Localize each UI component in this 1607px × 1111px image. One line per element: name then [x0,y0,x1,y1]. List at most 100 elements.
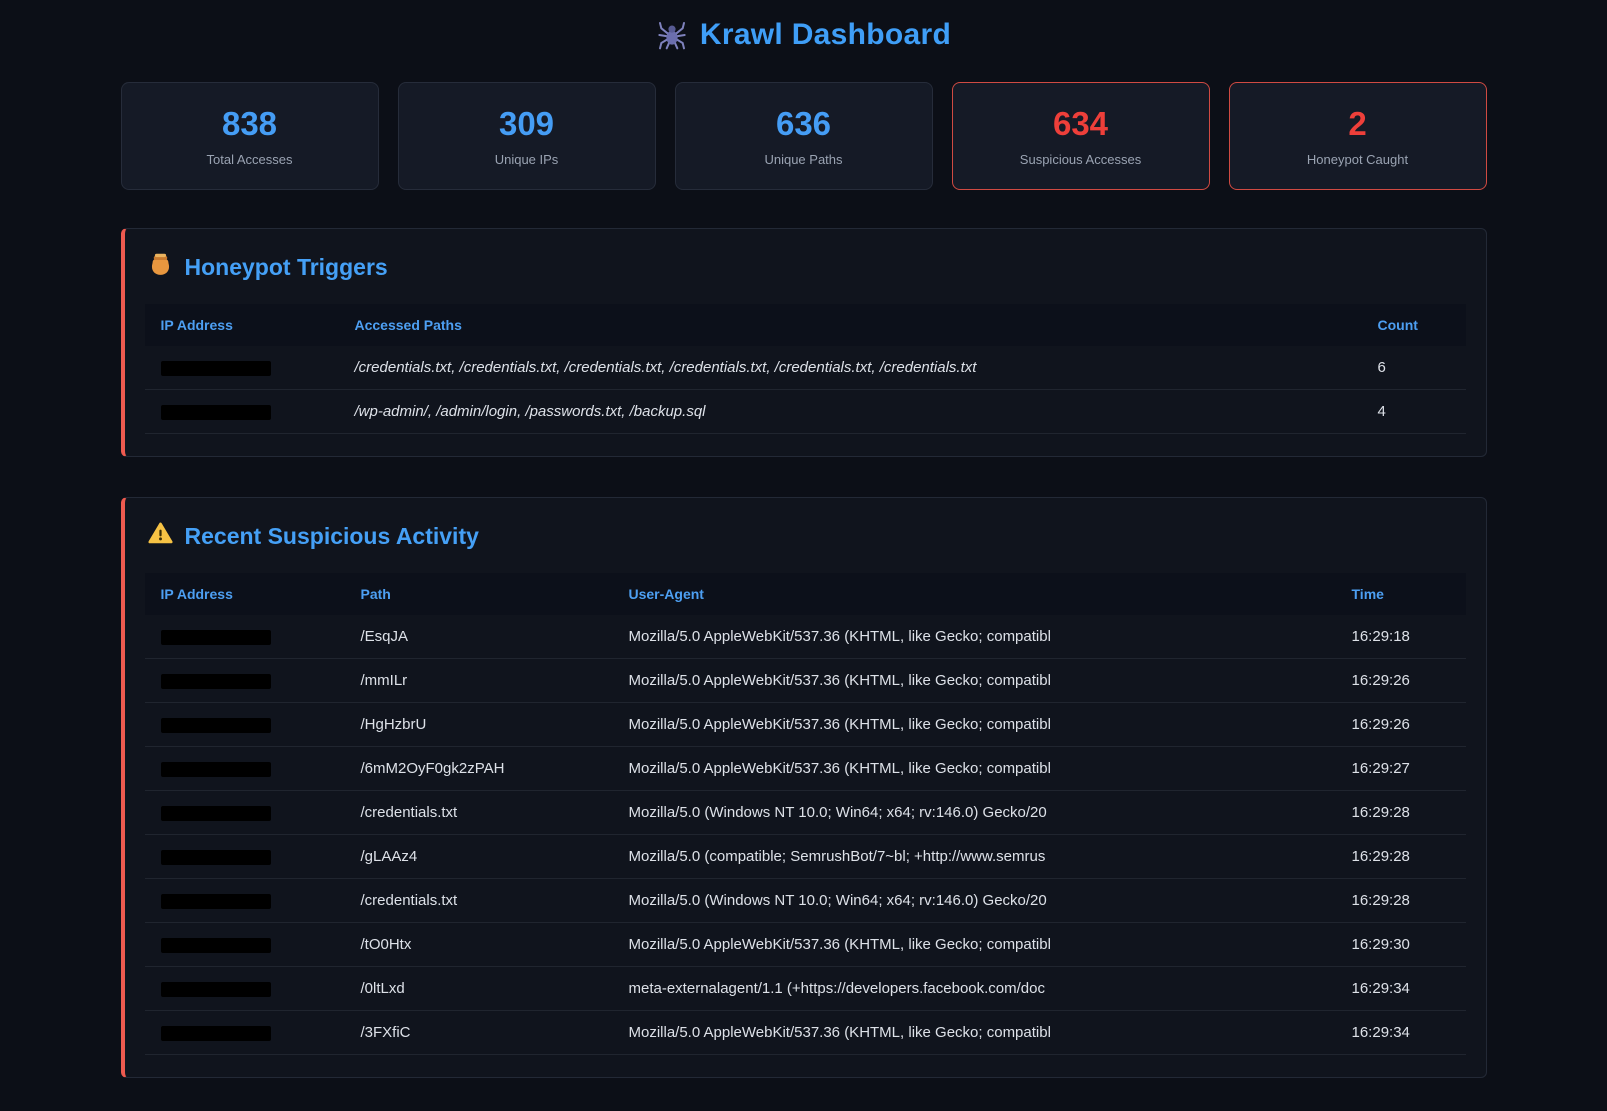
honeypot-panel-title: Honeypot Triggers [147,251,1466,284]
redacted-ip [161,894,271,909]
path-cell: /HgHzbrU [345,703,613,747]
redacted-ip [161,806,271,821]
count-cell: 6 [1362,346,1466,390]
stat-value: 309 [409,107,645,140]
suspicious-panel-title: Recent Suspicious Activity [147,520,1466,553]
redacted-ip [161,630,271,645]
honey-pot-icon [147,251,174,284]
path-cell: /tO0Htx [345,923,613,967]
accessed-paths-cell: /credentials.txt, /credentials.txt, /cre… [339,346,1362,390]
redacted-ip [161,405,271,420]
ip-cell [145,659,345,703]
ip-cell [145,747,345,791]
redacted-ip [161,850,271,865]
stat-label: Unique IPs [409,152,645,167]
time-cell: 16:29:34 [1336,1011,1466,1055]
honeypot-row: /wp-admin/, /admin/login, /passwords.txt… [145,390,1466,434]
suspicious-row: /tO0HtxMozilla/5.0 AppleWebKit/537.36 (K… [145,923,1466,967]
path-cell: /0ltLxd [345,967,613,1011]
user-agent-cell: Mozilla/5.0 AppleWebKit/537.36 (KHTML, l… [613,747,1336,791]
suspicious-col-header: Path [345,573,613,615]
time-cell: 16:29:26 [1336,659,1466,703]
ip-cell [145,703,345,747]
time-cell: 16:29:28 [1336,791,1466,835]
suspicious-col-header: IP Address [145,573,345,615]
honeypot-header-row: IP AddressAccessed PathsCount [145,304,1466,346]
stat-label: Total Accesses [132,152,368,167]
user-agent-cell: Mozilla/5.0 (Windows NT 10.0; Win64; x64… [613,879,1336,923]
suspicious-row: /HgHzbrUMozilla/5.0 AppleWebKit/537.36 (… [145,703,1466,747]
redacted-ip [161,361,271,376]
user-agent-cell: Mozilla/5.0 AppleWebKit/537.36 (KHTML, l… [613,615,1336,659]
path-cell: /gLAAz4 [345,835,613,879]
ip-cell [145,390,339,434]
honeypot-title-text: Honeypot Triggers [185,254,388,281]
redacted-ip [161,718,271,733]
time-cell: 16:29:27 [1336,747,1466,791]
stat-card-unique-ips: 309 Unique IPs [398,82,656,190]
stat-card-suspicious-accesses: 634 Suspicious Accesses [952,82,1210,190]
user-agent-cell: Mozilla/5.0 (Windows NT 10.0; Win64; x64… [613,791,1336,835]
stat-value: 634 [963,107,1199,140]
suspicious-row: /3FXfiCMozilla/5.0 AppleWebKit/537.36 (K… [145,1011,1466,1055]
ip-cell [145,923,345,967]
path-cell: /6mM2OyF0gk2zPAH [345,747,613,791]
ip-cell [145,879,345,923]
user-agent-cell: Mozilla/5.0 (compatible; SemrushBot/7~bl… [613,835,1336,879]
ip-cell [145,967,345,1011]
redacted-ip [161,982,271,997]
user-agent-cell: Mozilla/5.0 AppleWebKit/537.36 (KHTML, l… [613,923,1336,967]
honeypot-panel: Honeypot Triggers IP AddressAccessed Pat… [121,228,1487,457]
path-cell: /mmILr [345,659,613,703]
suspicious-row: /6mM2OyF0gk2zPAHMozilla/5.0 AppleWebKit/… [145,747,1466,791]
user-agent-cell: Mozilla/5.0 AppleWebKit/537.36 (KHTML, l… [613,703,1336,747]
stats-row: 838 Total Accesses 309 Unique IPs 636Unique … [121,82,1487,190]
dashboard-page: Krawl Dashboard 838 Total Accesses 309 Uniq… [121,0,1487,1078]
stat-value: 838 [132,107,368,140]
honeypot-tbody: /credentials.txt, /credentials.txt, /cre… [145,346,1466,434]
honeypot-row: /credentials.txt, /credentials.txt, /cre… [145,346,1466,390]
honeypot-col-header: IP Address [145,304,339,346]
suspicious-panel: Recent Suspicious Activity IP AddressPat… [121,497,1487,1078]
path-cell: /credentials.txt [345,879,613,923]
user-agent-cell: Mozilla/5.0 AppleWebKit/537.36 (KHTML, l… [613,659,1336,703]
ip-cell [145,791,345,835]
time-cell: 16:29:26 [1336,703,1466,747]
accessed-paths-cell: /wp-admin/, /admin/login, /passwords.txt… [339,390,1362,434]
suspicious-col-header: Time [1336,573,1466,615]
suspicious-col-header: User-Agent [613,573,1336,615]
stat-card-unique-paths: 636Unique Paths [675,82,933,190]
time-cell: 16:29:34 [1336,967,1466,1011]
redacted-ip [161,674,271,689]
redacted-ip [161,762,271,777]
stat-value: 636 [686,107,922,140]
time-cell: 16:29:28 [1336,835,1466,879]
honeypot-table: IP AddressAccessed PathsCount /credentia… [145,304,1466,434]
time-cell: 16:29:28 [1336,879,1466,923]
stat-card-total-accesses: 838 Total Accesses [121,82,379,190]
user-agent-cell: Mozilla/5.0 AppleWebKit/537.36 (KHTML, l… [613,1011,1336,1055]
redacted-ip [161,938,271,953]
spider-icon [656,19,688,51]
suspicious-row: /EsqJAMozilla/5.0 AppleWebKit/537.36 (KH… [145,615,1466,659]
user-agent-cell: meta-externalagent/1.1 (+https://develop… [613,967,1336,1011]
suspicious-table: IP AddressPathUser-AgentTime /EsqJAMozil… [145,573,1466,1055]
ip-cell [145,835,345,879]
stat-label: Suspicious Accesses [963,152,1199,167]
path-cell: /3FXfiC [345,1011,613,1055]
suspicious-row: /credentials.txtMozilla/5.0 (Windows NT … [145,879,1466,923]
stat-value: 2 [1240,107,1476,140]
stat-label: Honeypot Caught [1240,152,1476,167]
count-cell: 4 [1362,390,1466,434]
path-cell: /credentials.txt [345,791,613,835]
stat-card-honeypot-caught: 2 Honeypot Caught [1229,82,1487,190]
ip-cell [145,346,339,390]
page-title: Krawl Dashboard [700,18,951,52]
suspicious-tbody: /EsqJAMozilla/5.0 AppleWebKit/537.36 (KH… [145,615,1466,1055]
ip-cell [145,615,345,659]
time-cell: 16:29:30 [1336,923,1466,967]
suspicious-row: /gLAAz4Mozilla/5.0 (compatible; SemrushB… [145,835,1466,879]
honeypot-col-header: Count [1362,304,1466,346]
app-header: Krawl Dashboard [121,18,1487,52]
suspicious-header-row: IP AddressPathUser-AgentTime [145,573,1466,615]
